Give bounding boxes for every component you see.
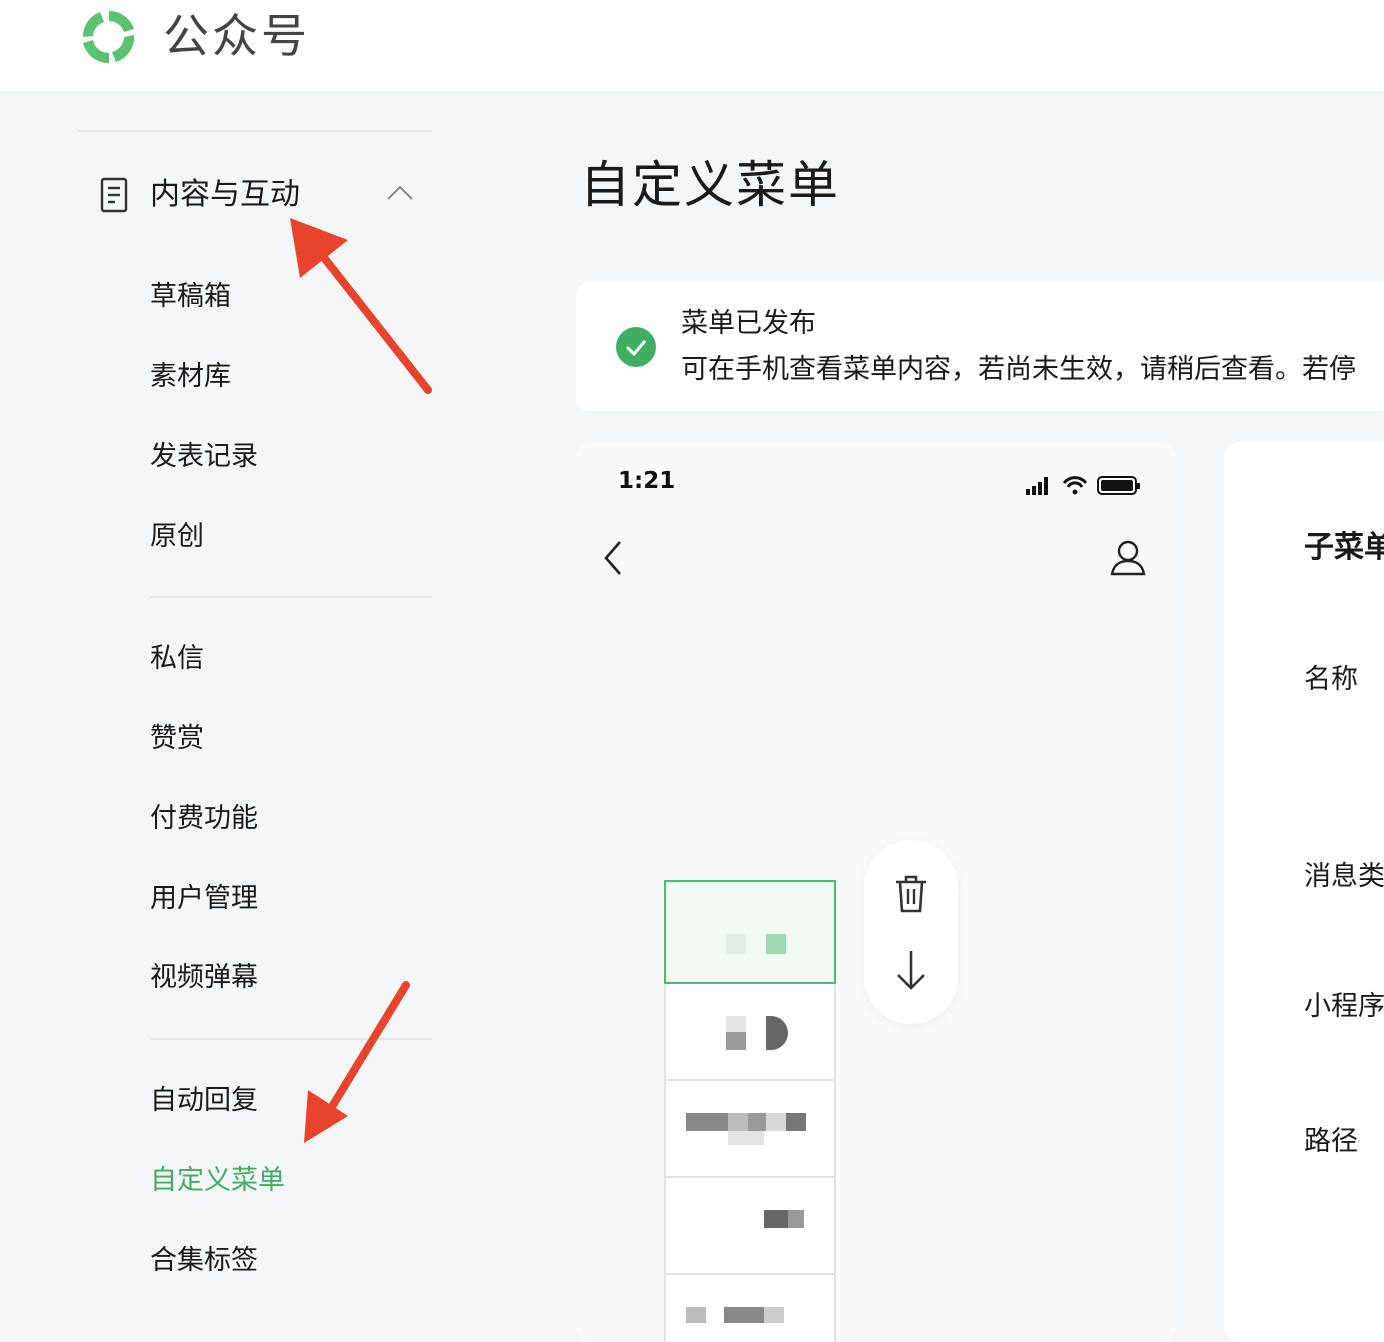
submenu-editor-panel: 子菜单 名称 消息类 小程序 路径	[1224, 442, 1384, 1342]
menu-item-label	[666, 882, 834, 982]
check-circle-icon	[616, 327, 656, 367]
status-description: 可在手机查看菜单内容，若尚未生效，请稍后查看。若停	[681, 354, 1356, 385]
document-icon	[100, 177, 128, 213]
sidebar-item-publish-records[interactable]: 发表记录	[150, 437, 258, 477]
menu-item-toolbar	[864, 840, 958, 1024]
wifi-icon	[1062, 476, 1088, 495]
back-chevron-icon[interactable]	[600, 538, 626, 578]
field-label-message-type: 消息类	[1304, 861, 1384, 892]
wechat-mp-logo-icon[interactable]	[76, 5, 142, 69]
arrow-down-icon[interactable]	[893, 948, 929, 992]
user-profile-icon[interactable]	[1108, 538, 1148, 578]
status-card: 菜单已发布 可在手机查看菜单内容，若尚未生效，请稍后查看。若停	[576, 282, 1384, 411]
menu-item[interactable]	[664, 880, 836, 984]
status-title: 菜单已发布	[681, 308, 816, 339]
menu-item[interactable]	[664, 1275, 836, 1342]
sidebar-divider	[78, 130, 432, 132]
sidebar-item-rewards[interactable]: 赞赏	[150, 719, 204, 759]
menu-item-label	[666, 984, 834, 1079]
chevron-up-icon[interactable]	[386, 182, 414, 202]
annotation-arrow-icon	[290, 218, 432, 394]
sidebar-item-video-danmaku[interactable]: 视频弹幕	[150, 958, 258, 998]
page-title: 自定义菜单	[580, 156, 840, 214]
phone-time: 1:21	[618, 468, 676, 494]
trash-icon[interactable]	[893, 874, 929, 914]
menu-item[interactable]	[664, 1081, 836, 1178]
signal-icon	[1026, 477, 1048, 495]
battery-icon	[1097, 476, 1140, 495]
sidebar-item-drafts[interactable]: 草稿箱	[150, 277, 231, 317]
sidebar-item-custom-menu[interactable]: 自定义菜单	[150, 1161, 285, 1201]
editor-title: 子菜单	[1304, 530, 1384, 565]
phone-menu-list	[664, 880, 836, 1342]
field-label-mini-program: 小程序	[1304, 991, 1384, 1022]
sidebar-item-auto-reply[interactable]: 自动回复	[150, 1081, 258, 1121]
sidebar-divider	[150, 1038, 432, 1040]
sidebar-item-user-management[interactable]: 用户管理	[150, 879, 258, 919]
menu-item[interactable]	[664, 1178, 836, 1275]
phone-preview: 1:21	[576, 442, 1176, 1342]
sidebar-divider	[150, 596, 432, 598]
status-bar-icons	[1026, 476, 1140, 495]
menu-item[interactable]	[664, 984, 836, 1081]
annotation-arrow-icon	[304, 981, 410, 1143]
logo-text: 公众号	[163, 9, 310, 63]
sidebar-item-collection-tags[interactable]: 合集标签	[150, 1241, 258, 1281]
sidebar-item-original[interactable]: 原创	[150, 517, 204, 557]
sidebar-item-materials[interactable]: 素材库	[150, 357, 231, 397]
field-label-name: 名称	[1304, 664, 1358, 695]
field-label-path: 路径	[1304, 1126, 1358, 1157]
sidebar-item-private-messages[interactable]: 私信	[150, 639, 204, 679]
menu-item-label	[666, 1178, 834, 1273]
sidebar-group-label: 内容与互动	[150, 177, 300, 212]
sidebar-group-content-interaction[interactable]: 内容与互动	[98, 168, 416, 224]
top-bar: 公众号	[0, 0, 1384, 91]
sidebar-item-paid-features[interactable]: 付费功能	[150, 799, 258, 839]
